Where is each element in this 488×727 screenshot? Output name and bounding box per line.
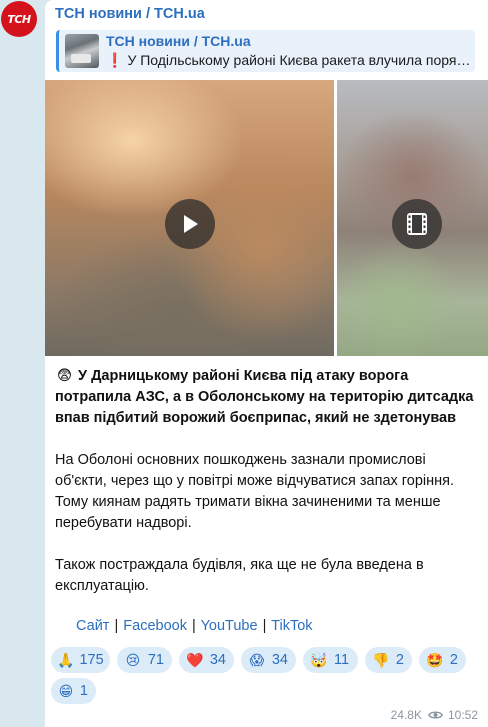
reaction-count: 11 — [334, 652, 350, 668]
sender-name[interactable]: ТСН новини / TCH.ua — [55, 6, 205, 22]
video-button[interactable] — [392, 199, 442, 249]
view-count: 24.8K — [390, 708, 422, 722]
reaction-cry[interactable]: 😢 71 — [117, 647, 172, 673]
link-youtube[interactable]: YouTube — [201, 618, 258, 634]
reaction-grin[interactable]: 😁 1 — [51, 678, 96, 704]
screaming-face-icon: 😱 — [249, 651, 265, 668]
play-button[interactable] — [165, 199, 215, 249]
exploding-head-icon: 🤯 — [310, 651, 328, 668]
reaction-count: 1 — [79, 683, 88, 699]
video-thumbnail-1[interactable] — [45, 80, 334, 356]
reaction-thumbs-down[interactable]: 👎 2 — [365, 647, 412, 673]
star-struck-icon: 🤩 — [426, 651, 444, 668]
reply-title: ТСН новини / TCH.ua — [106, 33, 251, 49]
reaction-count: 2 — [449, 652, 458, 668]
social-links: Сайт | Facebook | YouTube | TikTok — [76, 618, 313, 634]
reaction-exploding-head[interactable]: 🤯 11 — [303, 647, 358, 673]
heart-icon: ❤️ — [186, 651, 204, 668]
link-separator: | — [262, 618, 267, 634]
message-time: 10:52 — [447, 708, 478, 722]
reaction-count: 34 — [209, 652, 226, 668]
link-facebook[interactable]: Facebook — [123, 618, 187, 634]
post-lead-text: У Дарницькому районі Києва під атаку вор… — [55, 368, 474, 426]
post-paragraph-1: На Оболоні основних пошкоджень зазнали п… — [55, 452, 455, 531]
channel-avatar[interactable]: ТСН — [1, 1, 37, 37]
post-text: 😨 У Дарницькому районі Києва під атаку в… — [55, 366, 478, 618]
link-separator: | — [114, 618, 119, 634]
link-separator: | — [192, 618, 196, 634]
reply-thumbnail — [65, 34, 99, 68]
play-icon — [184, 215, 198, 233]
reaction-pray[interactable]: 🙏 175 — [51, 647, 110, 673]
reaction-scream[interactable]: 😱 34 — [241, 647, 296, 673]
reply-text: ❗ У Подільському районі Києва ракета влуч… — [106, 52, 472, 69]
eye-icon — [427, 711, 443, 719]
post-paragraph-2: Також постраждала будівля, яка ще не бул… — [55, 557, 424, 594]
reply-quote[interactable]: ТСН новини / TCH.ua ❗ У Подільському райо… — [56, 30, 475, 72]
film-icon — [407, 213, 427, 235]
reply-text-body: У Подільському районі Києва ракета влучи… — [127, 52, 471, 68]
video-thumbnail-2[interactable] — [337, 80, 488, 356]
reaction-heart[interactable]: ❤️ 34 — [179, 647, 234, 673]
avatar-logo-text: ТСН — [7, 12, 31, 26]
reaction-count: 175 — [79, 652, 104, 668]
message-bubble: ТСН новини / TCH.ua ТСН новини / TCH.ua … — [45, 0, 488, 727]
reaction-star-struck[interactable]: 🤩 2 — [419, 647, 466, 673]
fearful-face-icon: 😨 — [56, 368, 73, 384]
post-lead: 😨 У Дарницькому районі Києва під атаку в… — [55, 366, 478, 429]
crying-face-icon: 😢 — [125, 651, 141, 668]
reaction-count: 2 — [395, 652, 404, 668]
exclamation-icon: ❗ — [106, 52, 124, 68]
grinning-face-icon: 😁 — [58, 682, 74, 699]
link-tiktok[interactable]: TikTok — [271, 618, 312, 634]
thumbs-down-icon: 👎 — [372, 651, 390, 668]
link-site[interactable]: Сайт — [76, 618, 109, 634]
reaction-count: 34 — [271, 652, 288, 668]
message-meta: 24.8K 10:52 — [391, 708, 478, 722]
pray-icon: 🙏 — [57, 651, 75, 668]
reaction-count: 71 — [147, 652, 164, 668]
